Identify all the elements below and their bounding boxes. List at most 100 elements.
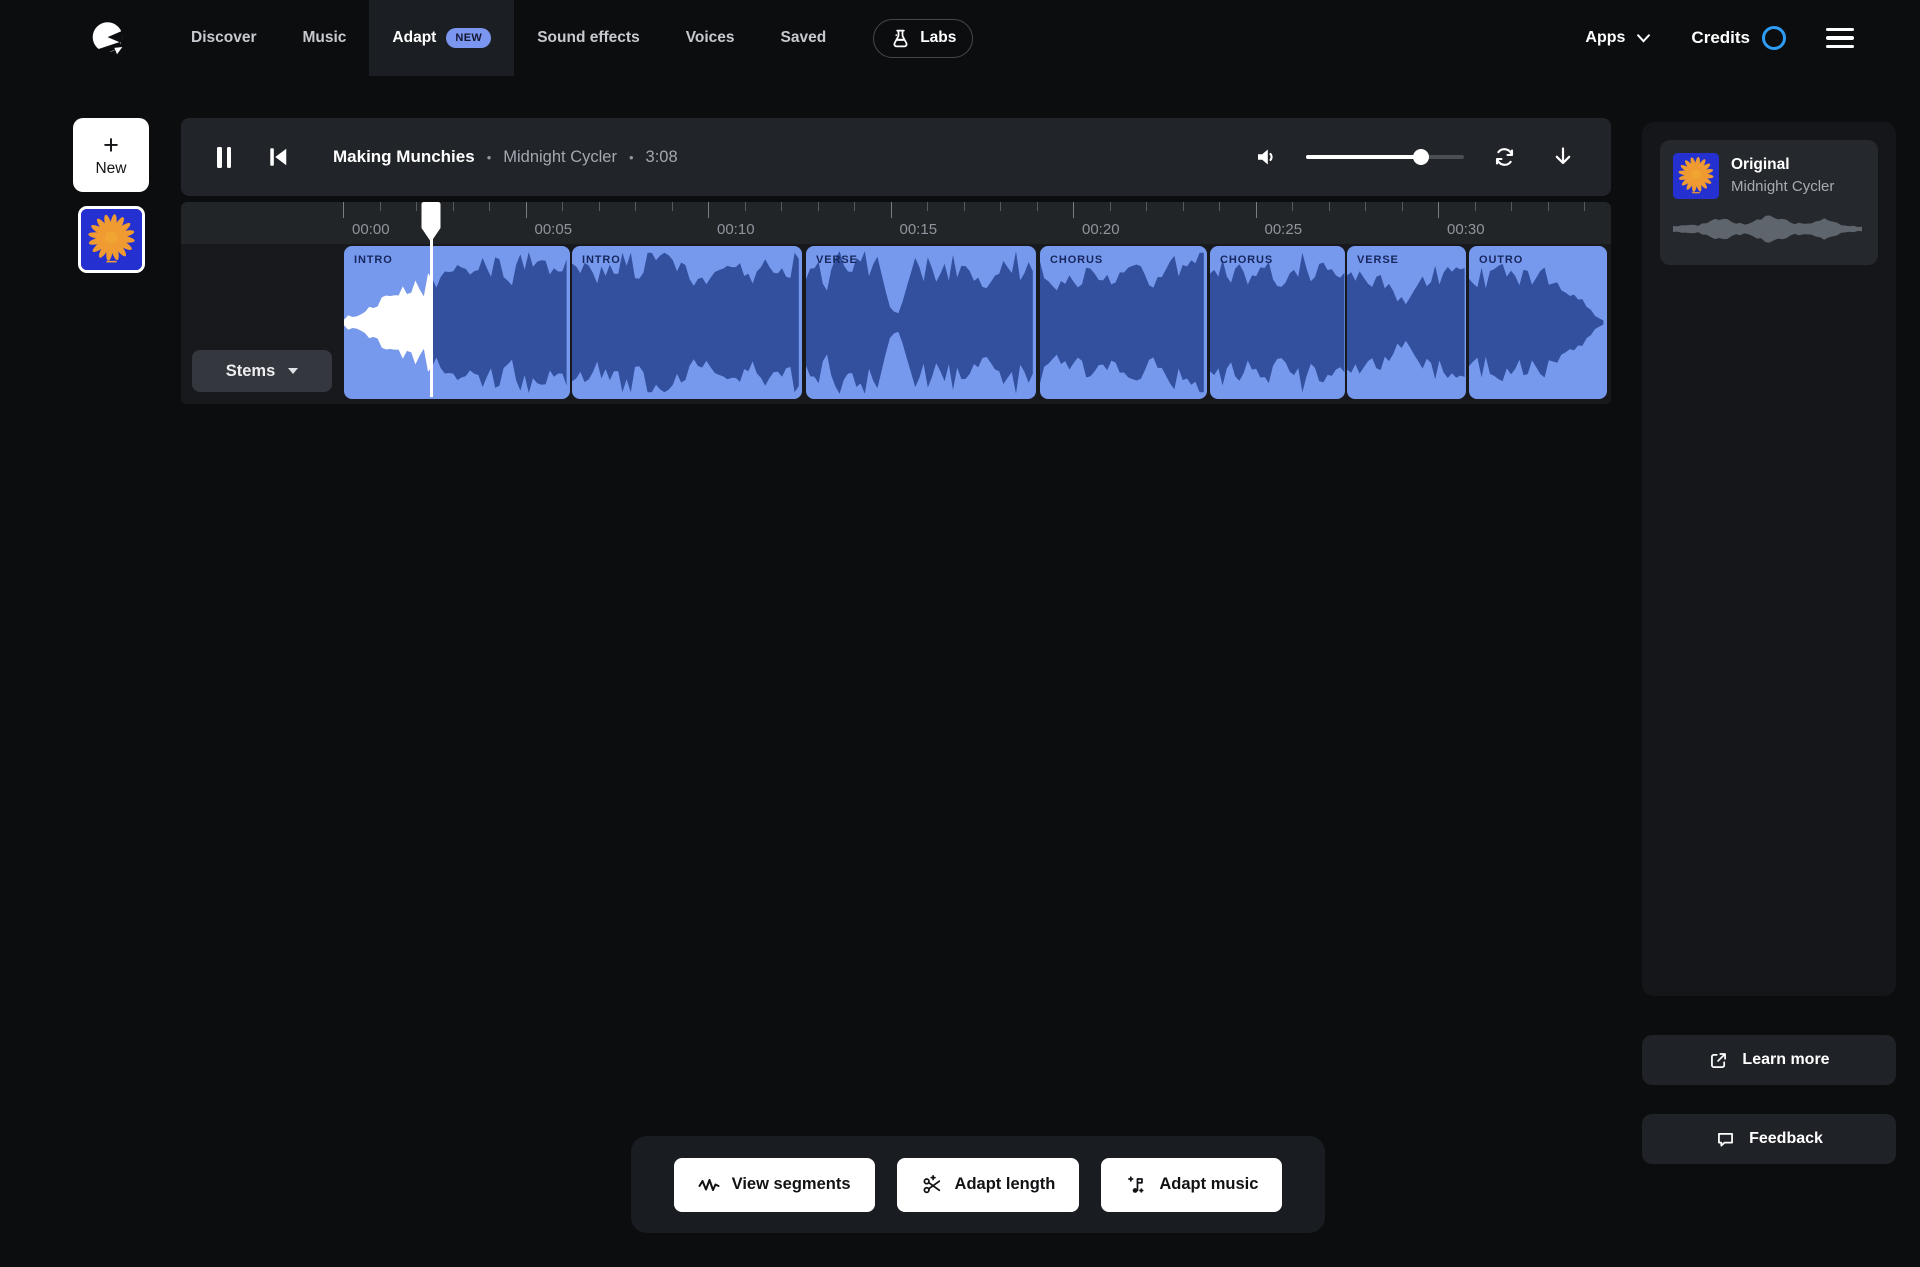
pause-icon [217, 147, 222, 168]
waveform-track: INTRO INTRO VERSE CHORUSCHORUS VERSE OUTRO [181, 244, 1611, 404]
segment-label: INTRO [354, 254, 393, 266]
nav-item-adapt[interactable]: Adapt NEW [369, 0, 514, 76]
credits-label: Credits [1691, 28, 1750, 48]
original-card-text: Original Midnight Cycler [1731, 153, 1834, 195]
plus-icon: + [103, 132, 119, 159]
skip-to-start-icon [267, 146, 289, 168]
segment-intro-0[interactable]: INTRO [344, 246, 570, 399]
segment-verse-5[interactable]: VERSE [1347, 246, 1466, 399]
ruler-minor-tick [599, 202, 600, 211]
top-nav: Discover Music Adapt NEW Sound effects V… [0, 0, 1920, 76]
nav-item-music[interactable]: Music [279, 0, 369, 76]
new-project-button[interactable]: + New [73, 118, 149, 192]
segment-label: VERSE [1357, 254, 1399, 266]
labs-button[interactable]: Labs [873, 19, 973, 58]
footer-action-bar: View segments Adapt length Adapt music [631, 1136, 1325, 1233]
track-artist: Midnight Cycler [503, 148, 617, 167]
hamburger-menu-button[interactable] [1826, 24, 1854, 52]
ruler-time-label: 00:30 [1447, 221, 1485, 238]
ruler-minor-tick [781, 202, 782, 211]
pause-button[interactable] [217, 147, 231, 168]
original-subtitle: Midnight Cycler [1731, 178, 1834, 195]
segment-waveform [1347, 246, 1466, 399]
volume-icon [1254, 145, 1278, 169]
segment-chorus-4[interactable]: CHORUS [1210, 246, 1345, 399]
ruler-minor-tick [562, 202, 563, 211]
nav-right-group: Apps Credits [1585, 24, 1854, 52]
ruler-minor-tick [1219, 202, 1220, 211]
ruler-minor-tick [1475, 202, 1476, 211]
segment-waveform [1210, 246, 1345, 399]
download-icon [1551, 145, 1575, 169]
ruler-time-label: 00:25 [1265, 221, 1303, 238]
adapt-length-button[interactable]: Adapt length [897, 1158, 1080, 1212]
adapt-music-button[interactable]: Adapt music [1101, 1158, 1282, 1212]
apps-menu-button[interactable]: Apps [1585, 29, 1651, 47]
volume-slider[interactable] [1306, 155, 1464, 159]
segment-label: VERSE [816, 254, 858, 266]
nav-item-voices[interactable]: Voices [663, 0, 758, 76]
ruler-minor-tick [672, 202, 673, 211]
nav-item-sound-effects[interactable]: Sound effects [514, 0, 662, 76]
original-version-card[interactable]: Original Midnight Cycler [1660, 140, 1878, 265]
nav-item-label: Discover [191, 29, 256, 47]
ruler-minor-tick [1584, 202, 1585, 211]
separator-dot: • [487, 150, 492, 165]
segment-verse-2[interactable]: VERSE [806, 246, 1036, 399]
ruler-minor-tick [1292, 202, 1293, 211]
ruler-minor-tick [380, 202, 381, 211]
segment-chorus-3[interactable]: CHORUS [1040, 246, 1207, 399]
ruler-minor-tick [745, 202, 746, 211]
nav-item-label: Sound effects [537, 29, 639, 47]
playhead-marker-icon [421, 202, 441, 244]
waveform-icon [698, 1176, 720, 1194]
volume-button[interactable] [1254, 145, 1278, 169]
download-button[interactable] [1551, 145, 1575, 169]
original-title: Original [1731, 156, 1834, 174]
ruler-minor-tick [1110, 202, 1111, 211]
volume-slider-thumb[interactable] [1413, 149, 1429, 165]
ruler-minor-tick [854, 202, 855, 211]
ruler[interactable]: 00:0000:0500:1000:1500:2000:2500:30 [181, 202, 1611, 244]
ruler-major-tick [1073, 202, 1074, 218]
brand-logo[interactable] [90, 20, 126, 56]
timeline: 00:0000:0500:1000:1500:2000:2500:30 INTR… [181, 202, 1611, 404]
view-segments-label: View segments [732, 1175, 851, 1194]
project-thumbnail[interactable] [78, 206, 145, 273]
adapt-length-label: Adapt length [955, 1175, 1056, 1194]
ruler-major-tick [708, 202, 709, 218]
segment-label: INTRO [582, 254, 621, 266]
segment-label: OUTRO [1479, 254, 1523, 266]
apps-label: Apps [1585, 29, 1625, 47]
ruler-minor-tick [964, 202, 965, 211]
stems-dropdown[interactable]: Stems [192, 350, 332, 392]
new-badge: NEW [446, 28, 491, 48]
loop-button[interactable] [1492, 145, 1517, 169]
now-playing-info: Making Munchies • Midnight Cycler • 3:08 [333, 147, 678, 167]
segment-waveform [572, 246, 802, 399]
learn-more-button[interactable]: Learn more [1642, 1035, 1896, 1085]
segment-intro-1[interactable]: INTRO [572, 246, 802, 399]
skip-to-start-button[interactable] [267, 146, 289, 168]
ruler-major-tick [526, 202, 527, 218]
feedback-label: Feedback [1749, 1130, 1823, 1148]
ruler-minor-tick [1329, 202, 1330, 211]
nav-item-label: Saved [781, 29, 827, 47]
ruler-minor-tick [818, 202, 819, 211]
ruler-minor-tick [1037, 202, 1038, 211]
feedback-button[interactable]: Feedback [1642, 1114, 1896, 1164]
view-segments-button[interactable]: View segments [674, 1158, 875, 1212]
nav-item-discover[interactable]: Discover [168, 0, 279, 76]
player-controls-right [1254, 145, 1575, 169]
playhead[interactable] [421, 202, 441, 249]
ruler-minor-tick [1511, 202, 1512, 211]
chat-bubble-icon [1715, 1129, 1736, 1150]
caret-down-icon [288, 368, 298, 374]
ruler-major-tick [1256, 202, 1257, 218]
loop-icon [1492, 145, 1517, 169]
credits-button[interactable]: Credits [1691, 26, 1786, 50]
segment-outro-6[interactable]: OUTRO [1469, 246, 1607, 399]
ruler-minor-tick [453, 202, 454, 211]
nav-item-saved[interactable]: Saved [758, 0, 850, 76]
ruler-minor-tick [1000, 202, 1001, 211]
